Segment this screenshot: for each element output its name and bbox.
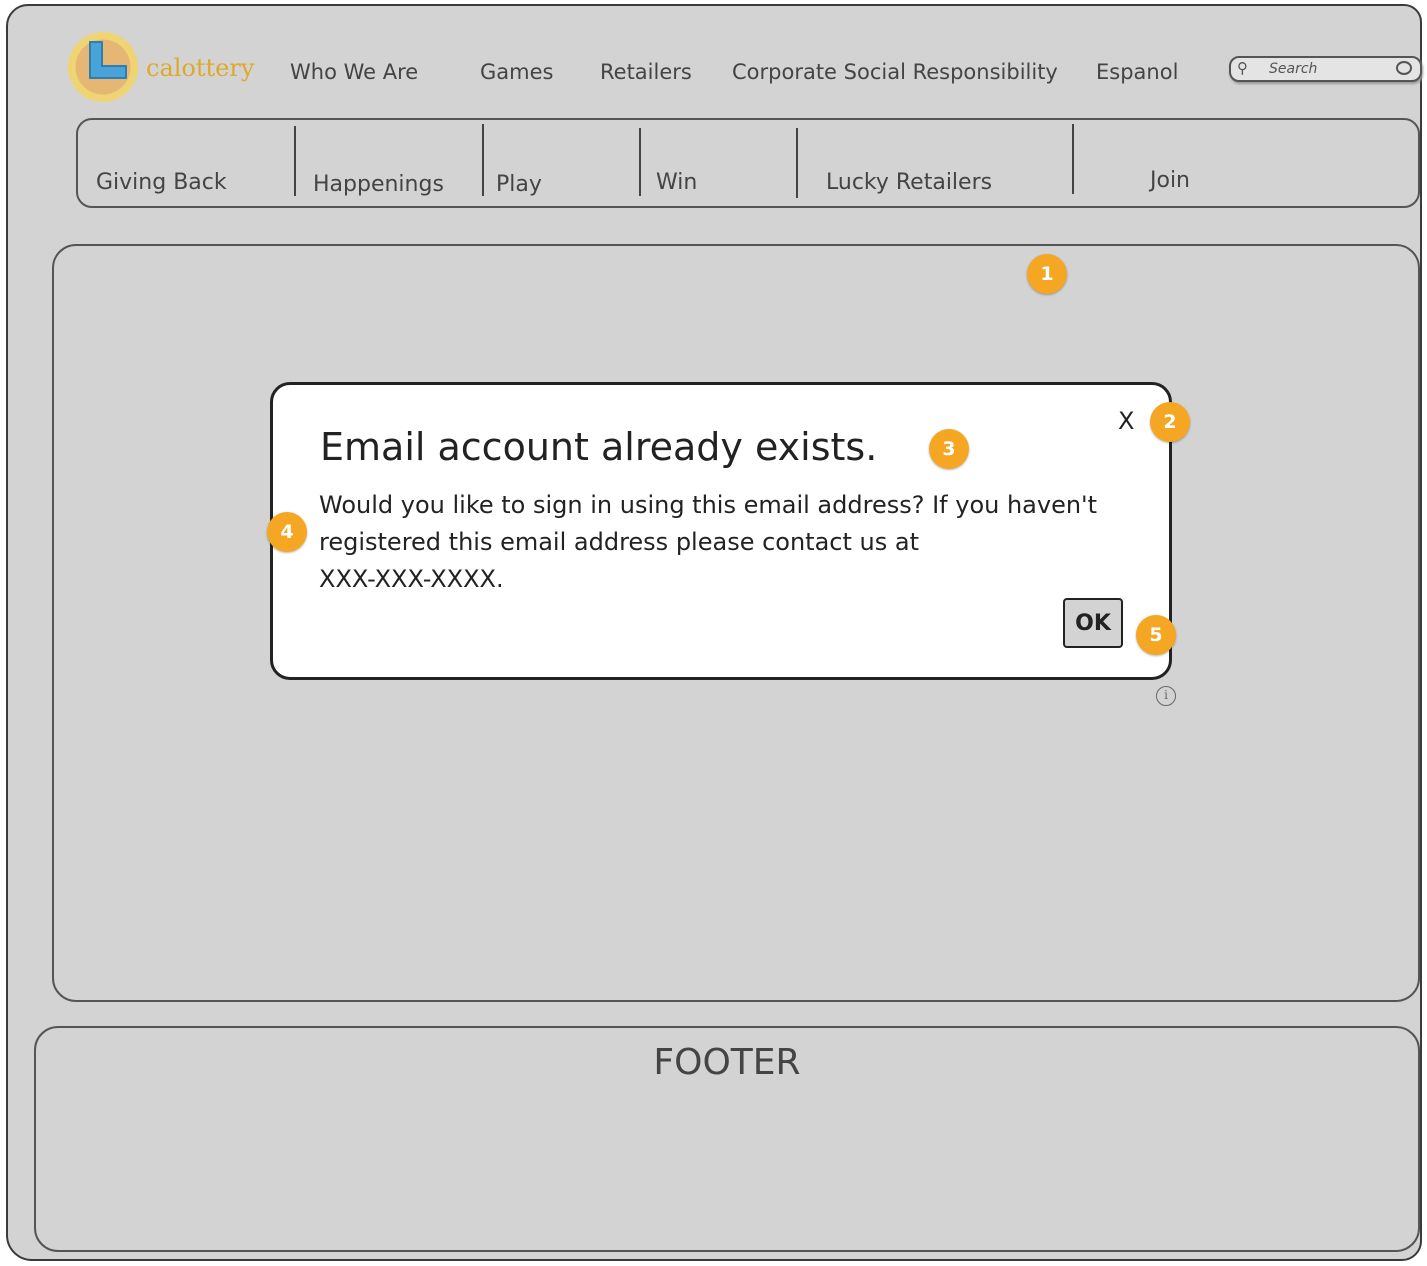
dialog-title: Email account already exists.: [320, 425, 878, 469]
subnav-join[interactable]: Join: [1150, 168, 1190, 193]
divider: [1072, 124, 1074, 194]
divider: [639, 128, 641, 196]
subnav-giving-back[interactable]: Giving Back: [96, 170, 227, 195]
sub-nav: Giving Back Happenings Play Win Lucky Re…: [76, 118, 1420, 208]
nav-retailers[interactable]: Retailers: [600, 60, 692, 84]
annotation-marker: 1: [1027, 254, 1067, 294]
nav-games[interactable]: Games: [480, 60, 553, 84]
brand-name: calottery: [146, 54, 255, 82]
dialog-message-line: Would you like to sign in using this ema…: [319, 491, 1098, 519]
footer-label: FOOTER: [653, 1042, 801, 1083]
nav-who-we-are[interactable]: Who We Are: [290, 60, 418, 84]
subnav-win[interactable]: Win: [656, 170, 697, 195]
nav-corporate-social-responsibility[interactable]: Corporate Social Responsibility: [732, 60, 1058, 84]
annotation-marker: 3: [929, 429, 969, 469]
search-placeholder: Search: [1269, 61, 1318, 77]
annotation-marker: 2: [1150, 402, 1190, 442]
nav-espanol[interactable]: Espanol: [1096, 60, 1178, 84]
subnav-happenings[interactable]: Happenings: [313, 172, 444, 197]
footer: FOOTER: [34, 1026, 1420, 1252]
annotation-marker: 5: [1136, 615, 1176, 655]
subnav-lucky-retailers[interactable]: Lucky Retailers: [826, 170, 992, 195]
logo-l-icon: [89, 41, 127, 79]
close-button[interactable]: X: [1118, 407, 1134, 435]
dialog-message-line: registered this email address please con…: [319, 528, 919, 556]
ok-button[interactable]: OK: [1063, 598, 1123, 648]
divider: [482, 124, 484, 196]
divider: [294, 126, 296, 196]
dialog-message-line: XXX-XXX-XXXX.: [319, 565, 504, 593]
info-icon[interactable]: i: [1156, 686, 1176, 706]
clear-search-icon[interactable]: [1396, 61, 1412, 75]
annotation-marker: 4: [267, 512, 307, 552]
calottery-logo[interactable]: calottery: [66, 28, 256, 108]
email-exists-dialog: Email account already exists. Would you …: [270, 382, 1172, 680]
subnav-play[interactable]: Play: [496, 172, 542, 197]
dialog-message: Would you like to sign in using this ema…: [319, 487, 1149, 598]
search-input[interactable]: ⚲ Search: [1229, 56, 1422, 82]
divider: [796, 128, 798, 198]
search-icon: ⚲: [1237, 59, 1248, 77]
